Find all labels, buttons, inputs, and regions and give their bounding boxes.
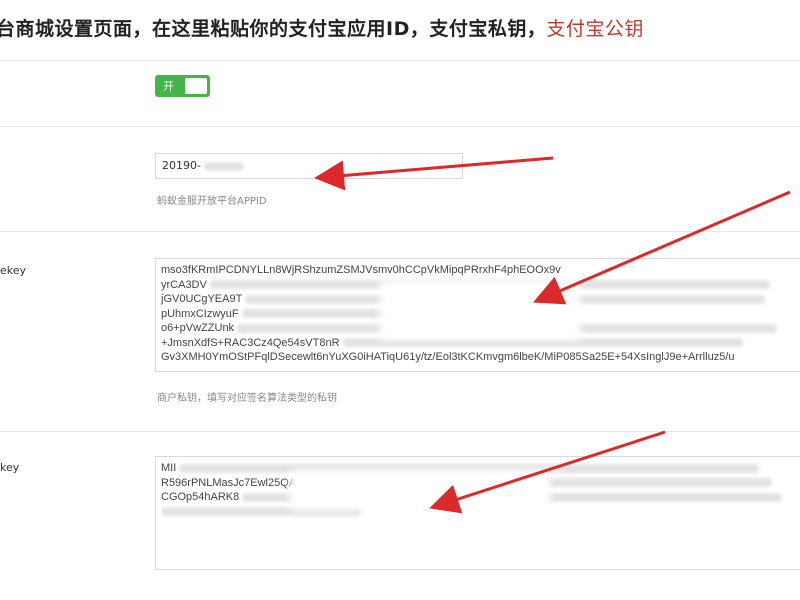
key-line: mso3fKRmIPCDNYLLn8WjRShzumZSMJVsmv0hCCpV…	[161, 264, 561, 276]
toggle-label: 开	[163, 80, 174, 93]
toggle-knob	[185, 78, 207, 94]
instruction-text: 台商城设置页面，在这里粘贴你的支付宝应用ID，支付宝私钥，	[0, 18, 547, 40]
appid-hint: 蚂蚁金服开放平台APPID	[157, 196, 267, 207]
enable-toggle[interactable]: 开	[155, 75, 210, 97]
redaction-mask	[290, 470, 550, 510]
redaction-mask	[380, 280, 580, 340]
private-key-label: ekey	[0, 264, 27, 277]
appid-value: 20190-	[162, 159, 201, 172]
section-divider	[0, 431, 800, 432]
redacted-value	[204, 161, 245, 171]
section-divider	[0, 126, 800, 127]
private-key-hint: 商户私钥，填写对应签名算法类型的私钥	[157, 393, 337, 404]
section-divider	[0, 60, 800, 61]
key-line: Gv3XMH0YmOStPFqlDSecewlt6nYuXG0iHATiqU61…	[161, 351, 735, 363]
section-divider	[0, 231, 800, 232]
instruction-banner: 台商城设置页面，在这里粘贴你的支付宝应用ID，支付宝私钥，支付宝公钥	[0, 14, 644, 41]
settings-page: 台商城设置页面，在这里粘贴你的支付宝应用ID，支付宝私钥，支付宝公钥 开 201…	[0, 0, 800, 600]
instruction-highlight: 支付宝公钥	[546, 18, 644, 40]
public-key-label: key	[0, 461, 20, 474]
appid-input[interactable]: 20190-	[155, 153, 463, 179]
